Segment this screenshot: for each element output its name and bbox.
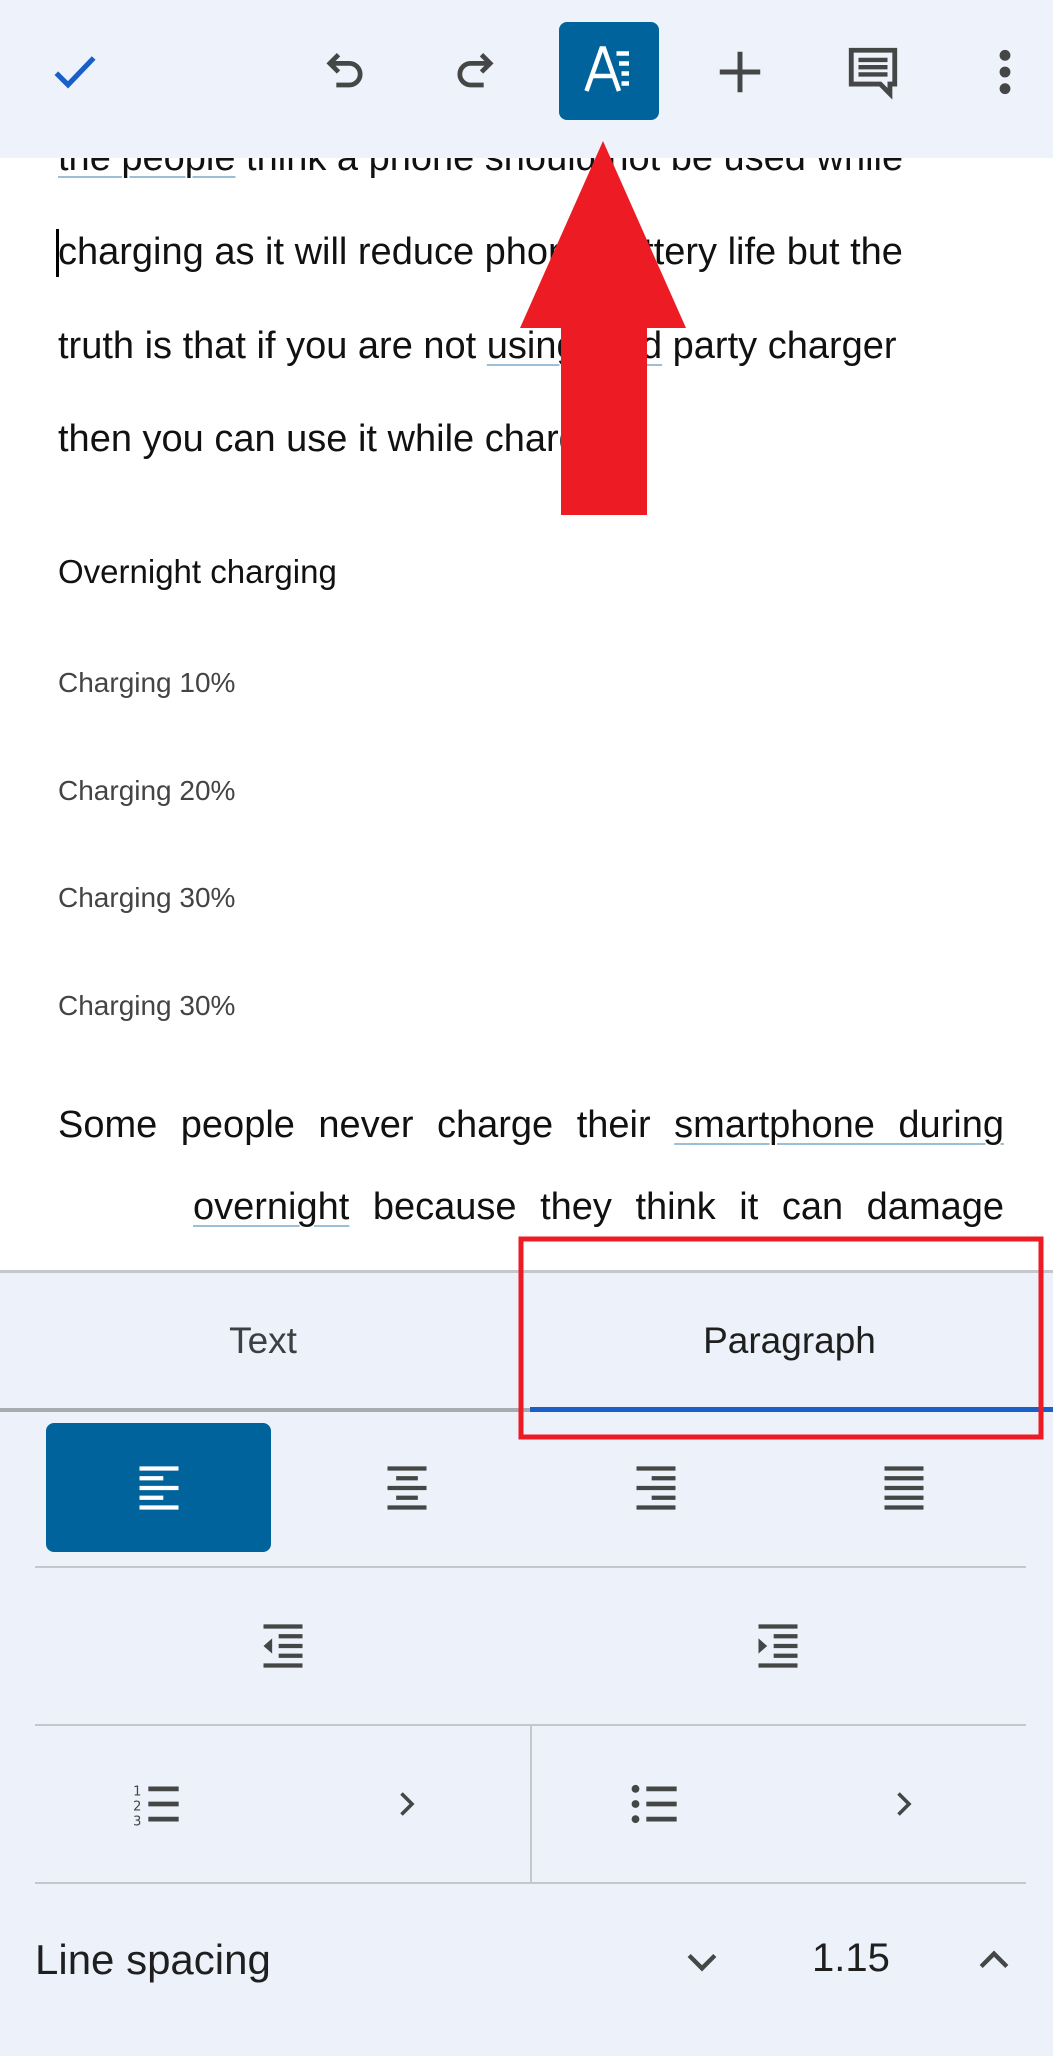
- insert-plus-icon[interactable]: [705, 37, 775, 107]
- increase-indent-button[interactable]: [530, 1568, 1026, 1724]
- tab-selected-indicator: [530, 1407, 1053, 1412]
- text-format-icon: [584, 46, 629, 92]
- line-spacing-label: Line spacing: [35, 1936, 271, 1983]
- bulleted-list-icon: [631, 1784, 677, 1824]
- svg-text:3: 3: [133, 1815, 141, 1830]
- text-format-button[interactable]: [559, 22, 659, 120]
- chevron-right-icon[interactable]: [885, 1786, 921, 1822]
- svg-text:1: 1: [133, 1784, 141, 1799]
- numbered-list-button[interactable]: 123: [35, 1726, 530, 1882]
- document-canvas[interactable]: the people think a phone should not be u…: [0, 0, 1053, 1270]
- line-spacing-increase-button[interactable]: [968, 1935, 1020, 1987]
- bulleted-list-button[interactable]: [532, 1726, 1026, 1882]
- align-right-icon: [636, 1465, 675, 1510]
- chevron-up-icon: [979, 1950, 1009, 1969]
- tab-divider: [0, 1408, 530, 1412]
- align-right-button[interactable]: [543, 1423, 768, 1552]
- redo-icon[interactable]: [440, 37, 510, 107]
- decrease-indent-icon: [263, 1624, 302, 1668]
- tab-paragraph[interactable]: Paragraph: [526, 1273, 1053, 1409]
- doc-paragraph-line-2: overnight because they think it can dama…: [193, 1186, 1004, 1228]
- doc-list-item: Charging 30%: [58, 990, 236, 1021]
- doc-paragraph-line-1: Some people never charge their smartphon…: [58, 1104, 1004, 1146]
- comment-icon[interactable]: [838, 37, 908, 107]
- line-spacing-value: 1.15: [812, 1936, 890, 1980]
- spelling-underlined-text[interactable]: overnight: [193, 1186, 349, 1228]
- top-toolbar: [0, 0, 1053, 158]
- text-cursor: [56, 229, 59, 277]
- increase-indent-icon: [758, 1624, 798, 1668]
- check-icon[interactable]: [40, 37, 110, 107]
- align-justify-button[interactable]: [791, 1423, 1016, 1552]
- spelling-underlined-text[interactable]: smartphone during: [674, 1104, 1004, 1146]
- align-left-button[interactable]: [46, 1423, 271, 1552]
- spelling-underlined-text[interactable]: using third: [487, 325, 662, 367]
- align-left-icon: [139, 1465, 178, 1510]
- more-vert-icon[interactable]: [975, 37, 1035, 107]
- doc-line-3: truth is that if you are not using third…: [58, 325, 897, 367]
- numbered-list-icon: 123: [133, 1784, 179, 1830]
- tab-text[interactable]: Text: [0, 1273, 526, 1409]
- align-center-button[interactable]: [294, 1423, 519, 1552]
- svg-text:2: 2: [133, 1800, 141, 1815]
- chevron-down-icon: [687, 1953, 717, 1972]
- row-divider: [35, 1882, 1026, 1884]
- align-justify-icon: [884, 1465, 923, 1510]
- doc-list-item: Charging 20%: [58, 775, 236, 806]
- doc-list-item: Charging 30%: [58, 882, 236, 913]
- decrease-indent-button[interactable]: [35, 1568, 530, 1724]
- line-spacing-decrease-button[interactable]: [676, 1935, 728, 1987]
- doc-heading: Overnight charging: [58, 553, 337, 590]
- chevron-right-icon[interactable]: [388, 1786, 424, 1822]
- doc-list-item: Charging 10%: [58, 667, 236, 698]
- format-panel: Text Paragraph 123 Line spacing 1.15: [0, 1270, 1053, 2056]
- align-center-icon: [387, 1465, 426, 1510]
- undo-icon[interactable]: [310, 37, 380, 107]
- doc-line-2: charging as it will reduce phone battery…: [56, 229, 903, 277]
- doc-line-4: then you can use it while charging.: [58, 418, 642, 460]
